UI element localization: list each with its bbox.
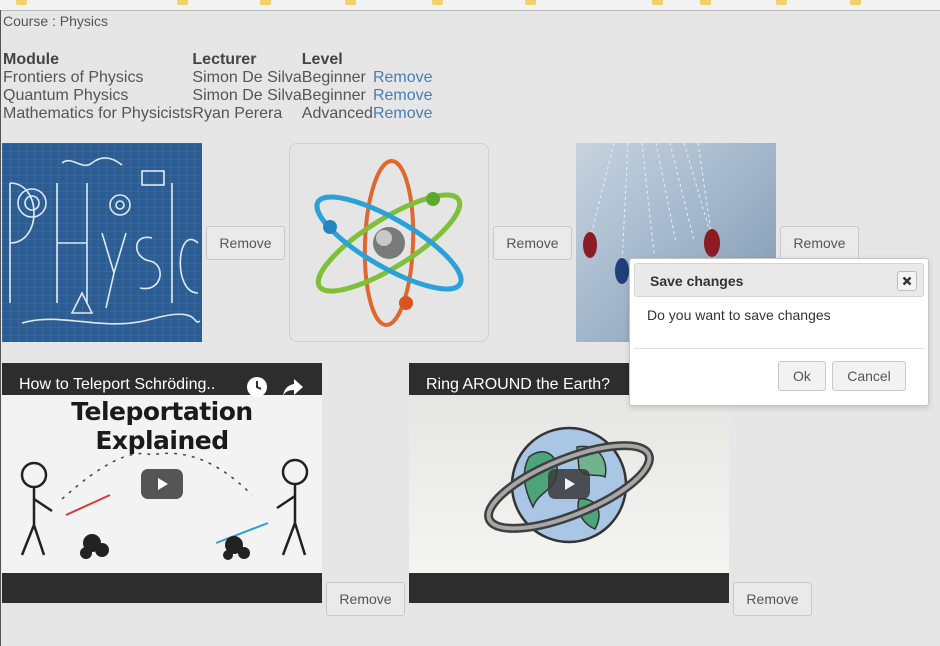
remove-image-button[interactable]: Remove xyxy=(780,226,859,260)
lecturer-name: Simon De Silva xyxy=(192,87,302,104)
remove-module-link[interactable]: Remove xyxy=(373,105,433,122)
bookmark-folder-icon[interactable] xyxy=(177,0,188,5)
dialog-divider xyxy=(634,348,924,349)
video-banner-text: Teleportation Explained xyxy=(71,397,253,455)
table-row: Frontiers of Physics Simon De Silva Begi… xyxy=(3,69,433,87)
bookmark-folder-icon[interactable] xyxy=(850,0,861,5)
cancel-button[interactable]: Cancel xyxy=(832,361,906,391)
share-icon[interactable] xyxy=(282,377,304,402)
remove-image-button[interactable]: Remove xyxy=(493,226,572,260)
table-row: Mathematics for Physicists Ryan Perera A… xyxy=(3,105,433,123)
bookmark-folder-icon[interactable] xyxy=(652,0,663,5)
module-level: Beginner xyxy=(301,87,366,104)
close-icon[interactable] xyxy=(897,271,917,291)
column-header-module: Module xyxy=(3,51,59,68)
bookmark-folder-icon[interactable] xyxy=(432,0,443,5)
watch-later-icon[interactable] xyxy=(246,376,268,403)
table-header-row: Module Lecturer Level xyxy=(3,51,433,69)
save-changes-dialog: Save changes Do you want to save changes… xyxy=(629,258,929,406)
video-title[interactable]: Ring AROUND the Earth? xyxy=(426,376,610,394)
video-title[interactable]: How to Teleport Schröding.. xyxy=(19,376,215,394)
video-player[interactable]: Teleportation Explained How to Teleport … xyxy=(2,363,322,603)
module-name: Quantum Physics xyxy=(3,87,129,104)
bookmark-folder-icon[interactable] xyxy=(260,0,271,5)
bookmark-folder-icon[interactable] xyxy=(345,0,356,5)
bookmark-folder-icon[interactable] xyxy=(525,0,536,5)
remove-video-button[interactable]: Remove xyxy=(733,582,812,616)
module-name: Frontiers of Physics xyxy=(3,69,144,86)
remove-image-button[interactable]: Remove xyxy=(206,226,285,260)
column-header-lecturer: Lecturer xyxy=(192,51,257,68)
dialog-title: Save changes xyxy=(650,273,744,289)
dialog-header: Save changes xyxy=(634,263,924,297)
remove-video-button[interactable]: Remove xyxy=(326,582,405,616)
play-button-icon[interactable] xyxy=(548,469,590,499)
page-left-border xyxy=(0,10,1,646)
browser-bookmark-bar xyxy=(0,0,940,11)
bookmark-folder-icon[interactable] xyxy=(776,0,787,5)
dialog-message: Do you want to save changes xyxy=(647,307,831,323)
ok-button[interactable]: Ok xyxy=(778,361,826,391)
video-thumbnail xyxy=(409,395,729,573)
remove-module-link[interactable]: Remove xyxy=(373,69,433,86)
table-row: Quantum Physics Simon De Silva Beginner … xyxy=(3,87,433,105)
remove-module-link[interactable]: Remove xyxy=(373,87,433,104)
physics-blueprint-image xyxy=(2,143,202,342)
bookmark-folder-icon[interactable] xyxy=(700,0,711,5)
video-thumbnail: Teleportation Explained xyxy=(2,395,322,573)
lecturer-name: Ryan Perera xyxy=(192,105,283,122)
lecturer-name: Simon De Silva xyxy=(192,69,302,86)
module-level: Advanced xyxy=(301,105,373,122)
bookmark-folder-icon[interactable] xyxy=(16,0,27,5)
module-level: Beginner xyxy=(301,69,366,86)
play-button-icon[interactable] xyxy=(141,469,183,499)
atom-image xyxy=(289,143,489,342)
module-name: Mathematics for Physicists xyxy=(3,105,193,122)
column-header-action xyxy=(373,51,433,69)
modules-table: Module Lecturer Level Frontiers of Physi… xyxy=(3,51,433,123)
column-header-level: Level xyxy=(301,51,343,68)
page-title: Course : Physics xyxy=(3,13,109,29)
